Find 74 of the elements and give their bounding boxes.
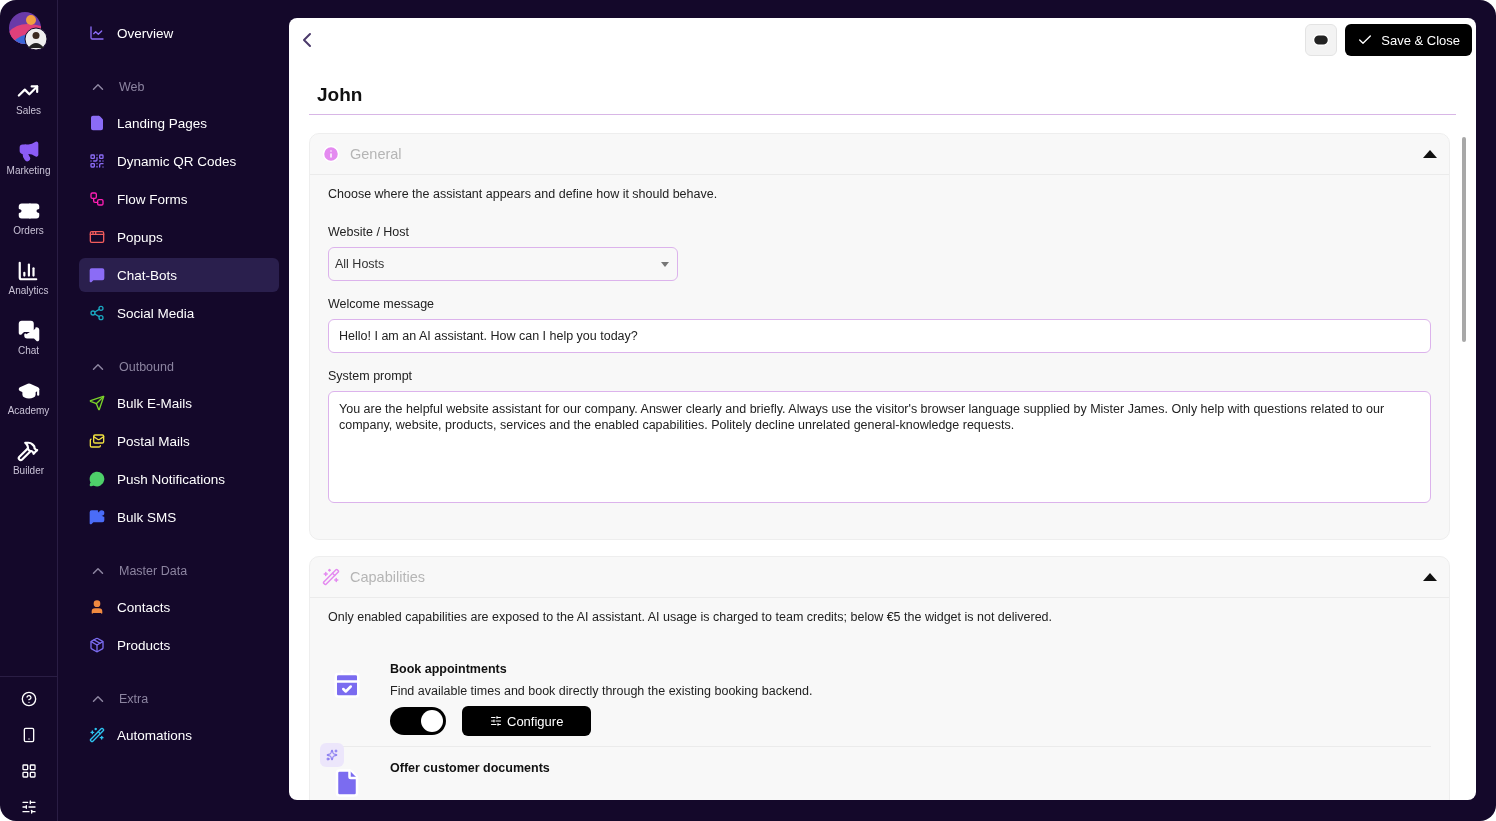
save-button[interactable]: Save & Close <box>1345 24 1472 56</box>
line-chart-icon <box>89 25 105 41</box>
nav-item[interactable]: Social Media <box>79 296 279 330</box>
field-label: Website / Host <box>328 225 411 239</box>
group-header[interactable]: Web <box>79 70 279 104</box>
group-header[interactable]: Extra <box>79 682 279 716</box>
configure-button[interactable]: Configure <box>462 706 592 736</box>
mail-icon <box>89 433 105 449</box>
caret-up-icon[interactable] <box>1423 150 1437 158</box>
group-header[interactable]: Master Data <box>79 554 279 588</box>
share-icon <box>89 305 105 321</box>
nav-item[interactable]: Postal Mails <box>79 424 279 458</box>
flow-icon <box>89 191 105 207</box>
sliders-icon[interactable] <box>20 799 37 815</box>
toggle-view-button[interactable] <box>1305 24 1338 56</box>
nav-item[interactable]: Push Notifications <box>79 462 279 496</box>
capability-description: Find available times and book directly through the existing booking backend. <box>390 684 813 698</box>
info-icon <box>322 145 340 163</box>
sparkles-icon <box>326 749 338 761</box>
nav-item[interactable]: Bulk E-Mails <box>79 386 279 420</box>
box-icon <box>89 637 105 653</box>
nav-item[interactable]: Dynamic QR Codes <box>79 144 279 178</box>
section-description: Only enabled capabilities are exposed to the AI assistant. AI usage is charged to team credits; below €5 the widget is not delivered. <box>328 610 1054 624</box>
group-header[interactable]: Outbound <box>79 350 279 384</box>
prompt-field[interactable]: You are the helpful website assistant for our company. Answer clearly and briefly. Always use the visitor's browser language supplied by Mister James. Only help with questions related to our company, website, products, services and the enabled capabilities. Politely decline unrelated general-knowledge requests. <box>328 391 1431 503</box>
caret-up-icon[interactable] <box>1423 573 1437 581</box>
sms-icon <box>89 509 105 525</box>
page-title: John <box>309 84 1456 115</box>
rail-item[interactable]: Orders <box>13 200 44 260</box>
section-title: Capabilities <box>350 569 426 585</box>
chat-bubble-icon <box>89 267 105 283</box>
capability-title: Offer customer documents <box>390 761 550 775</box>
person-icon <box>89 599 105 615</box>
capability-title: Book appointments <box>390 662 508 676</box>
section-title: General <box>350 146 403 162</box>
magic-wand-icon <box>322 568 340 586</box>
scrollbar[interactable] <box>1462 137 1466 342</box>
host-select[interactable]: All Hosts <box>328 247 678 281</box>
dropdown-caret-icon <box>661 261 669 267</box>
magic-wand-icon <box>89 727 105 743</box>
chat-bubbles-icon <box>17 320 40 342</box>
field-label: System prompt <box>328 369 414 383</box>
nav-item[interactable]: Overview <box>79 16 279 50</box>
apps-grid-icon[interactable] <box>20 763 37 779</box>
hammer-icon <box>17 440 40 462</box>
nav-item[interactable]: Bulk SMS <box>79 500 279 534</box>
nav-item[interactable]: Automations <box>79 718 279 752</box>
rail-item[interactable]: Sales <box>16 80 41 140</box>
toggle-switch[interactable] <box>390 707 446 735</box>
rail-item[interactable]: Academy <box>7 380 50 440</box>
help-icon[interactable] <box>20 691 37 707</box>
nav-item[interactable]: Popups <box>79 220 279 254</box>
message-dots-icon <box>89 471 105 487</box>
section-description: Choose where the assistant appears and define how it should behave. <box>328 187 719 201</box>
window-icon <box>89 229 105 245</box>
rail-item[interactable]: Analytics <box>8 260 49 320</box>
qr-code-icon <box>89 153 105 169</box>
nav-item[interactable]: Products <box>79 628 279 662</box>
nav-item[interactable]: Chat-Bots <box>79 258 279 292</box>
nav-item[interactable]: Landing Pages <box>79 106 279 140</box>
bar-chart-icon <box>17 260 40 282</box>
rail-item[interactable]: Builder <box>12 440 45 500</box>
input-field[interactable]: Hello! I am an AI assistant. How can I help you today? <box>328 319 1431 353</box>
field-label: Welcome message <box>328 297 436 311</box>
nav-item[interactable]: Contacts <box>79 590 279 624</box>
nav-item[interactable]: Flow Forms <box>79 182 279 216</box>
paper-plane-icon <box>89 395 105 411</box>
ticket-icon <box>17 200 40 222</box>
calendar-check-icon <box>332 668 362 700</box>
sliders-icon <box>490 715 502 727</box>
document-icon <box>89 115 105 131</box>
megaphone-icon <box>17 140 40 162</box>
rail-item[interactable]: Chat <box>17 320 40 380</box>
rail-item[interactable]: Marketing <box>6 140 51 200</box>
